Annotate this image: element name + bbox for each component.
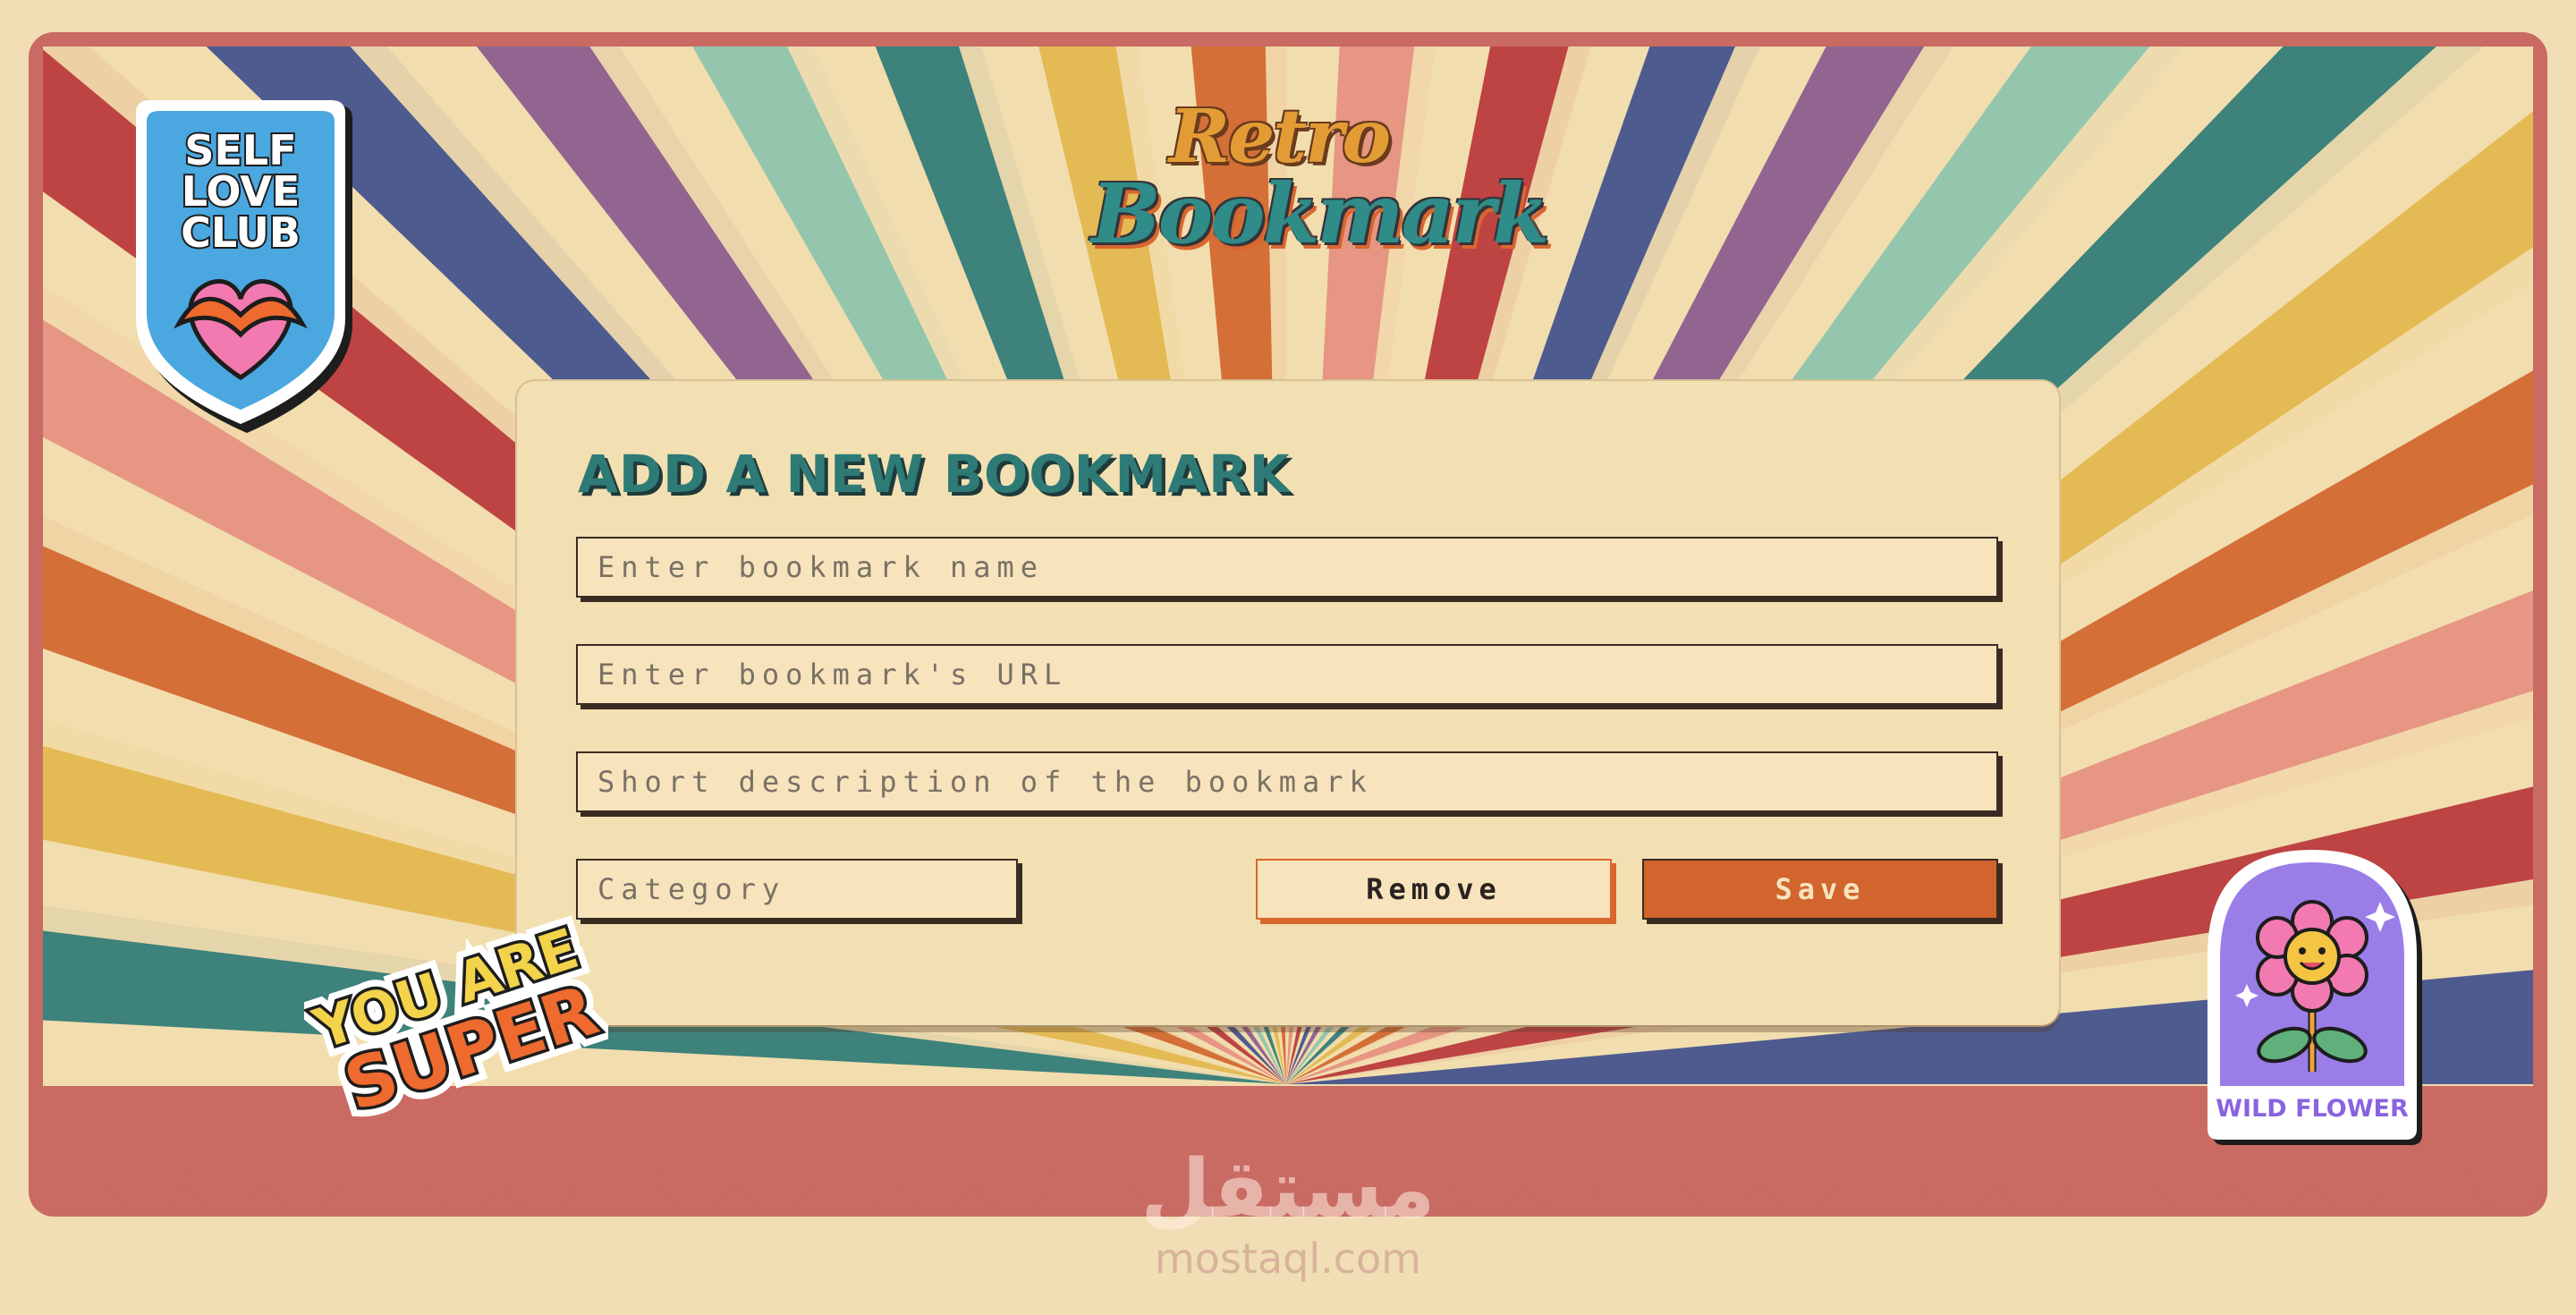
- watermark-url: mostaql.com: [1155, 1234, 1421, 1283]
- watermark-logo: مستقل: [1140, 1142, 1436, 1236]
- bookmark-description-input[interactable]: [576, 751, 1998, 812]
- bookmark-url-input[interactable]: [576, 644, 1998, 705]
- remove-button[interactable]: Remove: [1256, 859, 1612, 920]
- you-are-super-sticker: YOU ARE YOU ARE SUPER SUPER: [304, 912, 608, 1127]
- self-love-text: SELF LOVE CLUB: [179, 124, 302, 259]
- logo-bookmark-text: Bookmark: [1091, 165, 1549, 262]
- wild-flower-sticker: WILD FLOWER: [2207, 850, 2422, 1145]
- wild-flower-label: WILD FLOWER: [2216, 1095, 2409, 1123]
- bookmark-name-input[interactable]: [576, 537, 1998, 598]
- add-bookmark-card: ADD A NEW BOOKMARK Remove Save: [517, 381, 2059, 1025]
- self-love-club-sticker: SELF LOVE CLUB: [136, 100, 352, 433]
- bookmark-category-input[interactable]: [576, 859, 1018, 920]
- save-button[interactable]: Save: [1642, 859, 1998, 920]
- svg-text:CLUB: CLUB: [181, 208, 301, 257]
- app-logo: Retro Bookmark: [1091, 85, 1549, 309]
- watermark: مستقل mostaql.com: [1073, 1142, 1503, 1284]
- form-title: ADD A NEW BOOKMARK: [578, 444, 1291, 505]
